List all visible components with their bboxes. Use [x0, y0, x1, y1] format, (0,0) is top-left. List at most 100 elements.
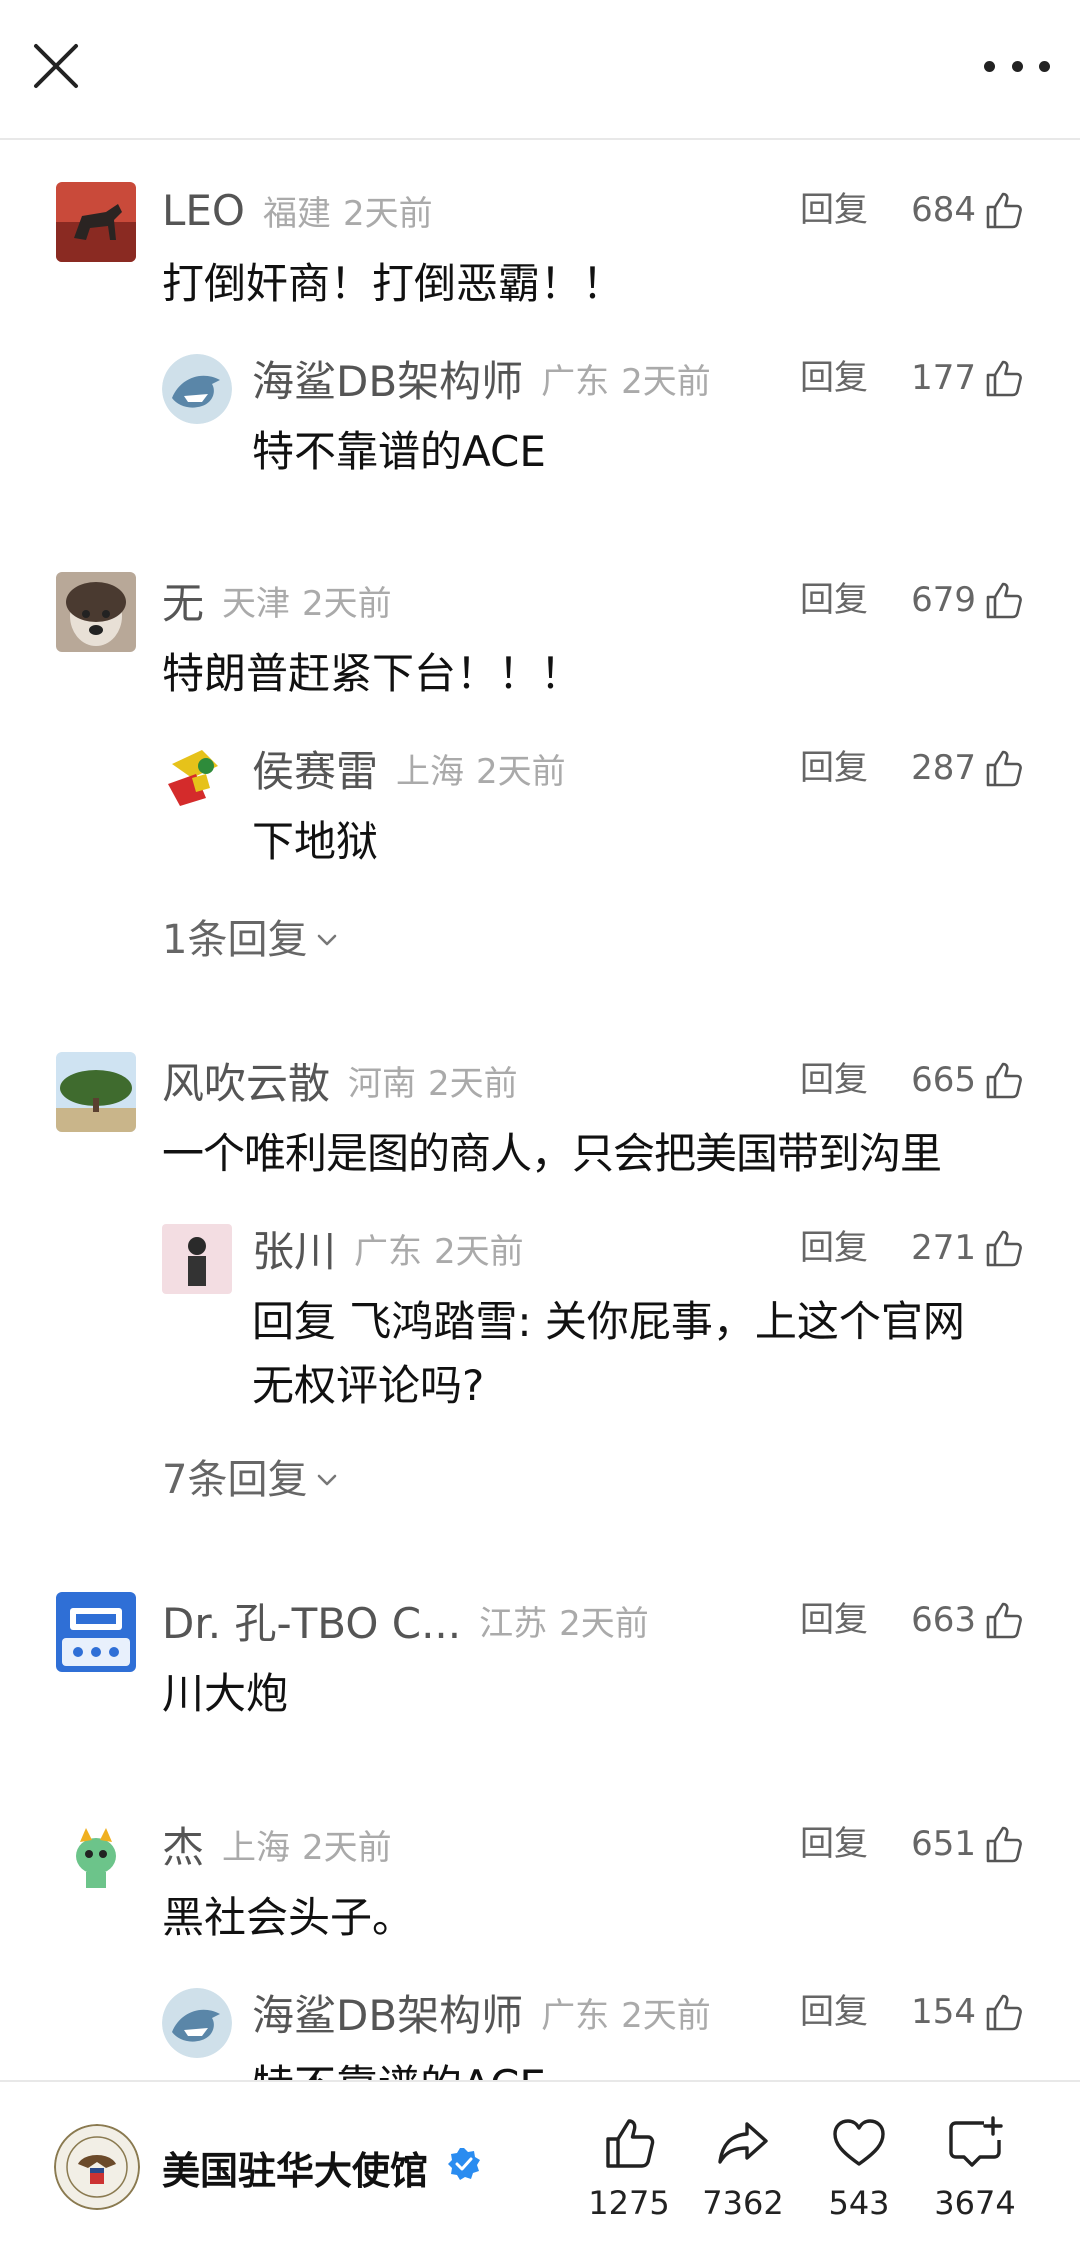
- username[interactable]: 无: [162, 570, 204, 631]
- comment-total: 3674: [934, 2184, 1016, 2222]
- like-count: 154: [911, 1992, 976, 2032]
- reply-text: 回复 飞鸿踏雪: 关你屁事，上这个官网: [252, 1297, 965, 1346]
- comment-header: 风吹云散 河南 2天前: [162, 1050, 518, 1110]
- like-button[interactable]: 177: [911, 348, 1024, 408]
- like-count: 679: [911, 580, 976, 620]
- comment-meta: 江苏 2天前: [479, 1603, 649, 1644]
- like-button[interactable]: 684: [911, 180, 1024, 240]
- avatar[interactable]: [56, 1592, 136, 1672]
- username[interactable]: 海鲨DB架构师: [252, 1982, 523, 2043]
- like-count: 177: [911, 358, 976, 398]
- username[interactable]: Dr. 孔-TBO C...: [162, 1590, 461, 1651]
- like-button[interactable]: 665: [911, 1050, 1024, 1110]
- close-icon: [34, 44, 78, 88]
- comment-meta: 广东 2天前: [354, 1231, 524, 1272]
- avatar[interactable]: [56, 572, 136, 652]
- share-icon: [718, 2122, 768, 2164]
- username[interactable]: 海鲨DB架构师: [252, 348, 523, 409]
- like-action[interactable]: 1275: [574, 2114, 684, 2222]
- thumbs-up-icon: [986, 750, 1022, 787]
- comment-text: 黑社会头子。: [162, 1893, 415, 1942]
- comment-meta: 天津 2天前: [222, 583, 392, 624]
- share-action[interactable]: 7362: [688, 2114, 798, 2222]
- embassy-seal-logo[interactable]: [54, 2124, 140, 2210]
- like-count: 651: [911, 1824, 976, 1864]
- comment-header: 杰 上海 2天前: [162, 1814, 392, 1874]
- comment-header: Dr. 孔-TBO C... 江苏 2天前: [162, 1590, 649, 1650]
- like-button[interactable]: 651: [911, 1814, 1024, 1874]
- comment-list: LEO 福建 2天前 回复 684 打倒奸商！打倒恶霸！！ 海鲨DB架构师 广东 2…: [0, 140, 1080, 2080]
- comment-add-icon: [949, 2116, 1003, 2167]
- reply-button[interactable]: 回复: [800, 1590, 868, 1650]
- chevron-down-icon: [318, 1474, 337, 1486]
- username[interactable]: 张川: [252, 1218, 336, 1279]
- username[interactable]: 侯赛雷: [252, 738, 378, 799]
- like-button[interactable]: 679: [911, 570, 1024, 630]
- expand-replies-button[interactable]: 7条回复: [162, 1450, 341, 1510]
- like-button[interactable]: 154: [911, 1982, 1024, 2042]
- comment-meta: 河南 2天前: [348, 1063, 518, 1104]
- comment-header: LEO 福建 2天前: [162, 180, 433, 240]
- comment-meta: 福建 2天前: [263, 193, 433, 234]
- avatar[interactable]: [162, 1224, 232, 1294]
- reply-button[interactable]: 回复: [800, 570, 868, 630]
- reply-button[interactable]: 回复: [800, 1814, 868, 1874]
- avatar[interactable]: [56, 1052, 136, 1132]
- comment-meta: 上海 2天前: [222, 1827, 392, 1868]
- reply-button[interactable]: 回复: [800, 348, 868, 408]
- favorite-action[interactable]: 543: [804, 2114, 914, 2222]
- thumbs-up-icon: [986, 1062, 1022, 1099]
- comment-text: 川大炮: [162, 1669, 289, 1718]
- more-dot-icon: [984, 60, 995, 72]
- favorite-total: 543: [828, 2184, 890, 2222]
- thumbs-up-icon: [986, 192, 1022, 229]
- comment-meta: 广东 2天前: [541, 361, 711, 402]
- close-button[interactable]: [28, 38, 84, 94]
- avatar[interactable]: [162, 354, 232, 424]
- reply-text-continued: 无权评论吗?: [252, 1361, 485, 1410]
- avatar[interactable]: [162, 1988, 232, 2058]
- comment-text: 打倒奸商！打倒恶霸！！: [162, 259, 625, 308]
- comment-meta: 广东 2天前: [541, 1995, 711, 2036]
- thumbs-up-icon: [986, 1826, 1022, 1863]
- reply-text: 下地狱: [252, 817, 379, 866]
- username[interactable]: 杰: [162, 1814, 204, 1875]
- like-button[interactable]: 287: [911, 738, 1024, 798]
- reply-button[interactable]: 回复: [800, 738, 868, 798]
- expand-replies-button[interactable]: 1条回复: [162, 910, 341, 970]
- reply-text: 特不靠谱的ACE: [252, 427, 546, 476]
- thumbs-up-icon: [606, 2119, 655, 2168]
- expand-replies-label: 7条回复: [162, 1457, 308, 1503]
- like-count: 271: [911, 1228, 976, 1268]
- thumbs-up-icon: [986, 582, 1022, 619]
- reply-button[interactable]: 回复: [800, 1982, 868, 2042]
- like-button[interactable]: 663: [911, 1590, 1024, 1650]
- expand-replies-label: 1条回复: [162, 917, 308, 963]
- avatar[interactable]: [56, 1816, 136, 1896]
- more-options-button[interactable]: [984, 44, 1050, 88]
- account-name[interactable]: 美国驻华大使馆: [162, 2140, 428, 2195]
- more-dot-icon: [1011, 60, 1023, 72]
- comment-text: 一个唯利是图的商人，只会把美国带到沟里: [162, 1129, 942, 1178]
- comment-text: 特朗普赶紧下台！！！: [162, 649, 583, 698]
- like-button[interactable]: 271: [911, 1218, 1024, 1278]
- avatar[interactable]: [56, 182, 136, 262]
- like-count: 684: [911, 190, 976, 230]
- like-count: 665: [911, 1060, 976, 1100]
- reply-header: 海鲨DB架构师 广东 2天前: [252, 1982, 711, 2042]
- comment-action[interactable]: 3674: [920, 2114, 1030, 2222]
- reply-button[interactable]: 回复: [800, 1050, 868, 1110]
- top-bar: [0, 0, 1080, 140]
- like-total: 1275: [588, 2184, 670, 2222]
- verified-badge-icon: [448, 2148, 480, 2180]
- like-count: 287: [911, 748, 976, 788]
- username[interactable]: LEO: [162, 186, 245, 235]
- thumbs-up-icon: [986, 360, 1022, 397]
- chevron-down-icon: [318, 934, 337, 946]
- avatar[interactable]: [162, 744, 232, 814]
- reply-button[interactable]: 回复: [800, 1218, 868, 1278]
- comment-header: 无 天津 2天前: [162, 570, 392, 630]
- reply-button[interactable]: 回复: [800, 180, 868, 240]
- username[interactable]: 风吹云散: [162, 1050, 330, 1111]
- like-count: 663: [911, 1600, 976, 1640]
